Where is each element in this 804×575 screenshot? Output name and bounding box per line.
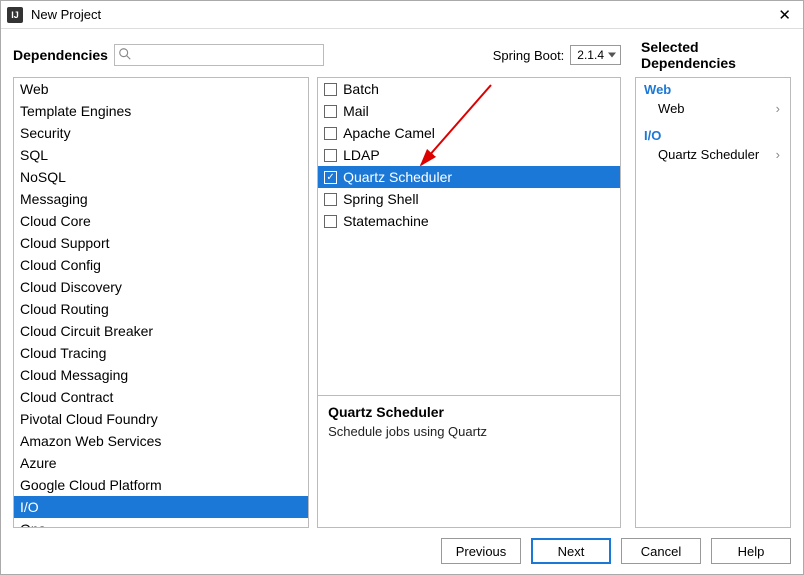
category-item[interactable]: NoSQL [14,166,308,188]
content-area: Dependencies Spring Boot: 2.1.4 Selected… [1,29,803,528]
window-title: New Project [31,7,772,22]
category-item[interactable]: Web [14,78,308,100]
cancel-button[interactable]: Cancel [621,538,701,564]
selected-entry[interactable]: Quartz Scheduler › [644,145,782,164]
option-label: Quartz Scheduler [343,169,452,185]
category-item[interactable]: Cloud Routing [14,298,308,320]
option-item[interactable]: LDAP [318,144,620,166]
category-item[interactable]: Cloud Contract [14,386,308,408]
help-button[interactable]: Help [711,538,791,564]
option-label: Statemachine [343,213,429,229]
category-item[interactable]: Cloud Config [14,254,308,276]
category-item[interactable]: Google Cloud Platform [14,474,308,496]
checkbox-icon[interactable] [324,105,337,118]
category-item[interactable]: I/O [14,496,308,518]
category-item[interactable]: Ops [14,518,308,527]
selected-entry[interactable]: Web › [644,99,782,118]
selected-entry-label: Quartz Scheduler [658,147,759,162]
option-label: Batch [343,81,379,97]
app-icon: IJ [7,7,23,23]
previous-button[interactable]: Previous [441,538,521,564]
category-item[interactable]: Template Engines [14,100,308,122]
search-input[interactable] [114,44,324,66]
options-panel: Batch Mail Apache Camel LDAP Quartz Schedule… [317,77,621,528]
columns: WebTemplate EnginesSecuritySQLNoSQLMessa… [13,77,791,528]
option-label: Apache Camel [343,125,435,141]
category-item[interactable]: Azure [14,452,308,474]
search-icon [118,47,132,64]
selected-entry-label: Web [658,101,685,116]
option-item[interactable]: Quartz Scheduler [318,166,620,188]
spring-boot-label: Spring Boot: [493,48,565,63]
selected-group: I/O Quartz Scheduler › [636,124,790,170]
option-item[interactable]: Apache Camel [318,122,620,144]
footer-buttons: Previous Next Cancel Help [1,528,803,574]
category-item[interactable]: SQL [14,144,308,166]
category-list[interactable]: WebTemplate EnginesSecuritySQLNoSQLMessa… [14,78,308,527]
checkbox-icon[interactable] [324,193,337,206]
new-project-window: IJ New Project ✕ Dependencies Spring Boo… [0,0,804,575]
option-label: LDAP [343,147,380,163]
close-icon[interactable]: ✕ [772,6,797,24]
option-label: Mail [343,103,369,119]
category-item[interactable]: Cloud Core [14,210,308,232]
option-item[interactable]: Batch [318,78,620,100]
next-button[interactable]: Next [531,538,611,564]
category-item[interactable]: Cloud Support [14,232,308,254]
category-item[interactable]: Cloud Discovery [14,276,308,298]
selected-group: Web Web › [636,78,790,124]
titlebar: IJ New Project ✕ [1,1,803,29]
option-item[interactable]: Mail [318,100,620,122]
category-item[interactable]: Cloud Messaging [14,364,308,386]
selected-group-title: Web [644,82,782,97]
checkbox-icon[interactable] [324,149,337,162]
selected-group-title: I/O [644,128,782,143]
selected-dependencies-label: Selected Dependencies [641,39,791,71]
dependencies-label: Dependencies [13,47,108,63]
option-item[interactable]: Statemachine [318,210,620,232]
chevron-right-icon: › [776,147,780,162]
checkbox-icon[interactable] [324,215,337,228]
selected-dependencies-panel: Web Web › I/O Quartz Scheduler › [635,77,791,528]
detail-panel: Quartz Scheduler Schedule jobs using Qua… [318,395,620,527]
category-item[interactable]: Cloud Tracing [14,342,308,364]
category-item[interactable]: Security [14,122,308,144]
options-list[interactable]: Batch Mail Apache Camel LDAP Quartz Schedule… [318,78,620,395]
chevron-right-icon: › [776,101,780,116]
detail-title: Quartz Scheduler [328,404,610,420]
checkbox-icon[interactable] [324,127,337,140]
checkbox-icon[interactable] [324,83,337,96]
header-row: Dependencies Spring Boot: 2.1.4 Selected… [13,39,791,71]
selected-dependencies-list[interactable]: Web Web › I/O Quartz Scheduler › [636,78,790,527]
category-item[interactable]: Messaging [14,188,308,210]
category-item[interactable]: Amazon Web Services [14,430,308,452]
category-list-panel: WebTemplate EnginesSecuritySQLNoSQLMessa… [13,77,309,528]
option-label: Spring Shell [343,191,419,207]
spring-boot-select[interactable]: 2.1.4 [570,45,621,65]
option-item[interactable]: Spring Shell [318,188,620,210]
checkbox-icon[interactable] [324,171,337,184]
category-item[interactable]: Pivotal Cloud Foundry [14,408,308,430]
category-item[interactable]: Cloud Circuit Breaker [14,320,308,342]
detail-description: Schedule jobs using Quartz [328,424,610,439]
